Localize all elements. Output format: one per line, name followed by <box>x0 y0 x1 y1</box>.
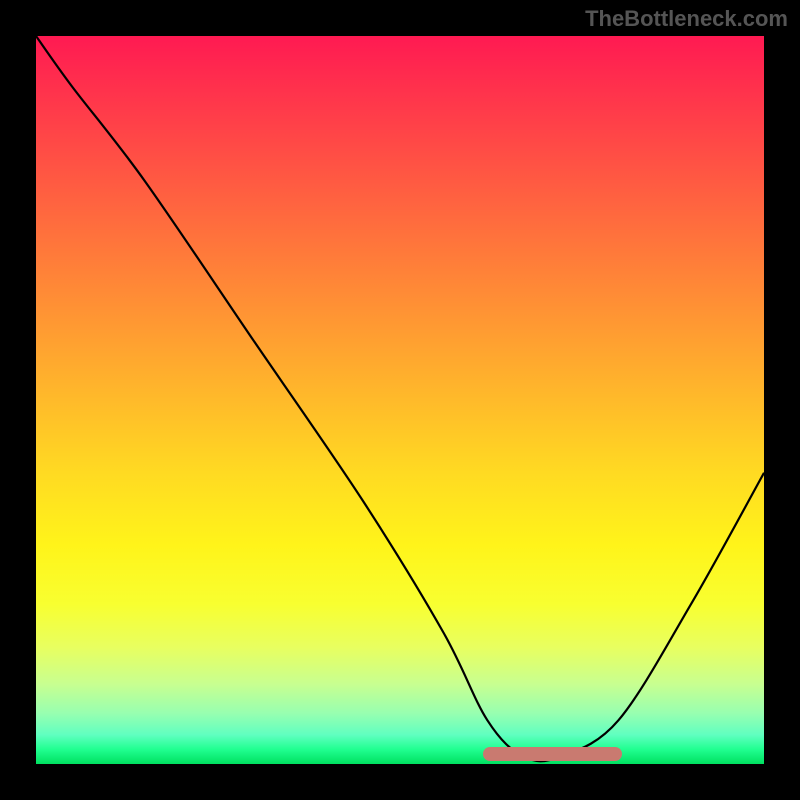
bottleneck-curve <box>36 36 764 764</box>
chart-plot-area <box>36 36 764 764</box>
optimal-range-marker <box>483 747 622 761</box>
watermark-text: TheBottleneck.com <box>585 6 788 32</box>
